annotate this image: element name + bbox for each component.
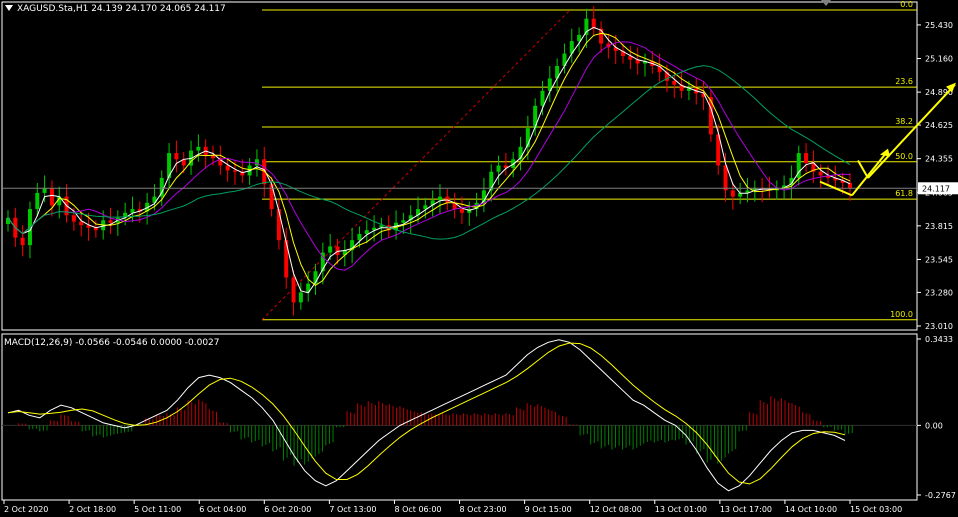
candle-body bbox=[298, 292, 303, 303]
candle-body bbox=[804, 153, 809, 164]
candle-body bbox=[130, 209, 135, 213]
x-tick-label: 15 Oct 03:00 bbox=[850, 505, 902, 514]
candle-body bbox=[818, 171, 823, 176]
main-pane-frame bbox=[1, 1, 918, 331]
projection-arrow-3 bbox=[857, 160, 869, 179]
projection-arrow-4 bbox=[867, 83, 956, 179]
chart-header: XAGUSD.Sta,H1 24.139 24.170 24.065 24.11… bbox=[17, 4, 226, 14]
candle-body bbox=[459, 209, 464, 213]
macd-pane-frame bbox=[1, 333, 918, 501]
x-tick-label: 14 Oct 10:00 bbox=[785, 505, 837, 514]
candle-body bbox=[108, 220, 113, 223]
fib-level-label: 50.0 bbox=[895, 152, 913, 161]
x-tick-label: 5 Oct 11:00 bbox=[134, 505, 181, 514]
x-tick-label: 12 Oct 08:00 bbox=[590, 505, 642, 514]
x-tick-label: 9 Oct 15:00 bbox=[525, 505, 572, 514]
y-tick-label: 23.815 bbox=[925, 222, 953, 231]
candle-body bbox=[364, 230, 369, 234]
candle-body bbox=[196, 146, 201, 151]
candle-body bbox=[672, 80, 677, 85]
shift-marker-icon bbox=[821, 0, 831, 6]
x-tick-label: 13 Oct 17:00 bbox=[720, 505, 772, 514]
y-tick-label: 25.430 bbox=[925, 21, 953, 30]
y-tick-label: 23.280 bbox=[925, 288, 953, 297]
candle-body bbox=[254, 159, 259, 166]
candle-body bbox=[284, 240, 289, 278]
y-tick-label: 25.160 bbox=[925, 55, 953, 64]
candle-body bbox=[6, 217, 10, 224]
x-tick-label: 8 Oct 06:00 bbox=[394, 505, 441, 514]
fib-level-label: 100.0 bbox=[890, 310, 913, 319]
fib-level-label: 38.2 bbox=[895, 117, 913, 126]
candle-body bbox=[174, 153, 179, 160]
candle-body bbox=[723, 165, 728, 191]
current-price-label: 24.117 bbox=[922, 184, 950, 193]
candle-body bbox=[71, 215, 76, 222]
fib-level-label: 61.8 bbox=[895, 189, 913, 198]
y-tick-label: 23.010 bbox=[925, 322, 953, 331]
x-tick-label: 2 Oct 2020 bbox=[4, 505, 48, 514]
x-tick-label: 2 Oct 18:00 bbox=[69, 505, 116, 514]
candle-body bbox=[35, 192, 40, 210]
x-tick-label: 13 Oct 01:00 bbox=[655, 505, 707, 514]
candle-body bbox=[437, 196, 442, 201]
candle-body bbox=[496, 165, 501, 172]
candle-body bbox=[533, 105, 538, 129]
y-tick-label: 23.545 bbox=[925, 255, 953, 264]
x-tick-label: 6 Oct 20:00 bbox=[264, 505, 311, 514]
candle-body bbox=[401, 220, 406, 223]
x-tick-label: 6 Oct 04:00 bbox=[199, 505, 246, 514]
macd-tick-label: 0.3433 bbox=[925, 335, 953, 344]
candle-body bbox=[730, 190, 735, 197]
candle-body bbox=[276, 209, 281, 241]
macd-tick-label: -0.2767 bbox=[925, 491, 956, 500]
candle-body bbox=[540, 90, 545, 106]
candle-body bbox=[225, 165, 230, 171]
y-tick-label: 24.355 bbox=[925, 155, 953, 164]
macd-header: MACD(12,26,9) -0.0566 -0.0546 0.0000 -0.… bbox=[4, 338, 220, 348]
candle-body bbox=[20, 237, 25, 246]
candle-body bbox=[357, 233, 362, 241]
candle-body bbox=[328, 246, 333, 253]
fib-level-label: 23.6 bbox=[895, 77, 913, 86]
macd-tick-label: 0.00 bbox=[925, 421, 943, 430]
y-tick-label: 24.625 bbox=[925, 121, 953, 130]
x-tick-label: 8 Oct 23:00 bbox=[460, 505, 507, 514]
candle-body bbox=[232, 170, 237, 172]
chart-menu-icon bbox=[5, 5, 13, 11]
fib-level-label: 0.0 bbox=[900, 0, 913, 9]
ma-fast-line bbox=[7, 26, 851, 294]
candle-body bbox=[291, 277, 296, 303]
candle-body bbox=[211, 155, 216, 159]
signal-line bbox=[7, 342, 846, 485]
macd-line bbox=[7, 339, 846, 492]
ma-mid-line bbox=[7, 32, 851, 287]
candle-body bbox=[49, 187, 54, 206]
chart-canvas[interactable]: 25.43025.16024.89024.62524.35524.08523.8… bbox=[0, 0, 958, 517]
x-tick-label: 7 Oct 13:00 bbox=[329, 505, 376, 514]
